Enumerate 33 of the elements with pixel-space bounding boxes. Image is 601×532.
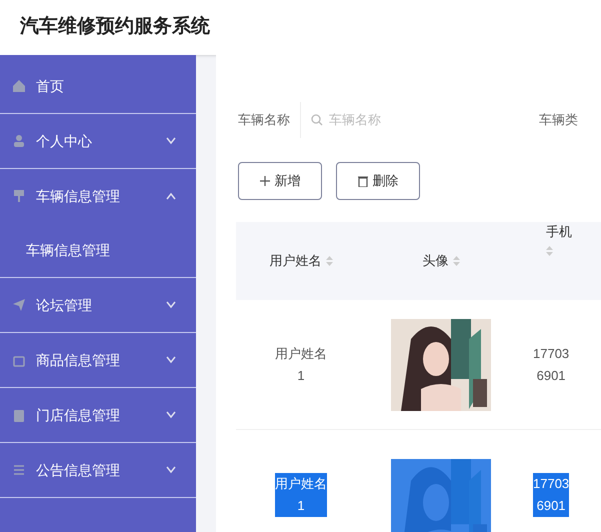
- menu-item[interactable]: 车辆信息管理: [0, 169, 196, 223]
- trash-icon: [358, 176, 368, 186]
- menu-item[interactable]: 论坛管理: [0, 278, 196, 332]
- paper-plane-icon: [12, 298, 26, 312]
- delete-button[interactable]: 删除: [336, 162, 420, 200]
- table-cell-text: 17703 6901: [533, 344, 570, 384]
- column-header[interactable]: 头像: [422, 251, 448, 271]
- sort-icon: [452, 256, 460, 266]
- submenu-item[interactable]: 车辆信息管理: [0, 223, 196, 277]
- plus-icon: [260, 176, 270, 186]
- app-title: 汽车维修预约服务系统: [20, 14, 210, 40]
- sort-icon: [326, 256, 332, 266]
- menu-item[interactable]: 首页: [0, 59, 196, 113]
- search-label: 车辆类: [539, 111, 578, 130]
- search-label: 车辆名称: [238, 111, 290, 130]
- search-input[interactable]: 车辆名称: [329, 110, 519, 130]
- search-icon: [311, 114, 323, 126]
- clipboard-icon: [12, 408, 26, 422]
- menu-item[interactable]: 商品信息管理: [0, 333, 196, 387]
- column-header[interactable]: 用户姓名: [270, 251, 322, 271]
- user-icon: [12, 134, 26, 148]
- search-field[interactable]: 车辆名称: [300, 102, 525, 138]
- column-header[interactable]: 手机: [546, 222, 572, 242]
- menu-item[interactable]: 个人中心: [0, 114, 196, 168]
- sort-icon: [546, 246, 553, 256]
- add-button[interactable]: 新增: [238, 162, 322, 200]
- menu-item[interactable]: 门店信息管理: [0, 388, 196, 442]
- house-icon: [12, 79, 26, 93]
- table-cell: 17703 6901: [533, 472, 570, 516]
- menu-item[interactable]: 公告信息管理: [0, 443, 196, 497]
- table-cell: 用户姓名 1: [275, 472, 327, 516]
- list-icon: [12, 463, 26, 477]
- table-cell-text: 用户姓名 1: [275, 344, 327, 384]
